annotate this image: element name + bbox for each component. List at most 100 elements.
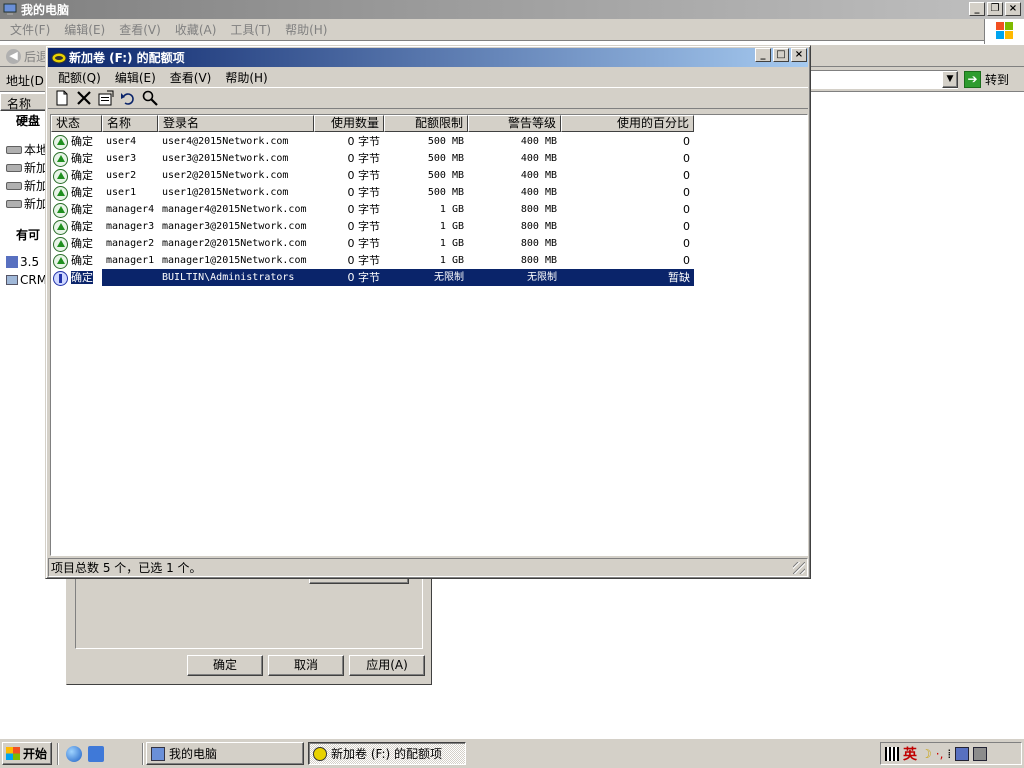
cell-name: manager3 bbox=[106, 221, 155, 232]
internet-explorer-icon[interactable] bbox=[66, 746, 82, 762]
start-button[interactable]: 开始 bbox=[2, 742, 52, 765]
menu-quota[interactable]: 配额(Q) bbox=[52, 69, 109, 86]
quota-menubar: 配额(Q) 编辑(E) 查看(V) 帮助(H) bbox=[48, 67, 808, 87]
punctuation-icon[interactable]: ·, bbox=[936, 747, 944, 761]
table-row[interactable]: 确定 user1 user1@2015Network.com 0 字节 500 MB 40… bbox=[51, 184, 694, 201]
col-warning[interactable]: 警告等级 bbox=[468, 115, 561, 132]
explorer-titlebar[interactable]: 我的电脑 _ ❐ × bbox=[0, 0, 1024, 19]
cell-used: 0 字节 bbox=[347, 203, 381, 216]
cell-pct: 暂缺 bbox=[561, 269, 694, 286]
drive-icon bbox=[6, 163, 22, 172]
table-row[interactable]: 确定 user3 user3@2015Network.com 0 字节 500 MB 40… bbox=[51, 150, 694, 167]
ime-more-icon[interactable]: ⁞ bbox=[947, 747, 951, 761]
system-tray: 英 ☽ ·, ⁞ bbox=[880, 742, 1022, 765]
ime-grid-icon[interactable] bbox=[885, 746, 899, 761]
close-button[interactable]: × bbox=[1005, 2, 1021, 16]
ok-status-icon bbox=[53, 151, 68, 167]
go-arrow-icon: ➔ bbox=[964, 71, 981, 88]
quota-toolbar bbox=[48, 87, 808, 109]
network-icon[interactable] bbox=[955, 746, 970, 761]
menu-help[interactable]: 帮助(H) bbox=[219, 69, 275, 86]
col-name[interactable]: 名称 bbox=[102, 115, 158, 132]
cell-used: 0 字节 bbox=[314, 269, 384, 286]
ime-language-indicator[interactable]: 英 bbox=[903, 744, 917, 764]
cell-login: user4@2015Network.com bbox=[162, 136, 289, 147]
menu-edit[interactable]: 编辑(E) bbox=[109, 69, 164, 86]
list-item[interactable]: CRM bbox=[6, 273, 47, 287]
explorer-quicklaunch-icon[interactable] bbox=[88, 746, 104, 762]
menu-tools[interactable]: 工具(T) bbox=[224, 21, 279, 38]
cell-limit: 500 MB bbox=[427, 153, 464, 164]
cell-warn: 800 MB bbox=[520, 221, 557, 232]
ok-button[interactable]: 确定 bbox=[187, 655, 263, 676]
cell-login: manager4@2015Network.com bbox=[162, 204, 307, 215]
apply-button[interactable]: 应用(A) bbox=[349, 655, 425, 676]
restore-button[interactable]: ❐ bbox=[987, 2, 1003, 16]
cell-pct: 0 bbox=[683, 203, 690, 216]
new-entry-icon[interactable] bbox=[54, 90, 70, 106]
col-used[interactable]: 使用数量 bbox=[314, 115, 384, 132]
delete-icon[interactable] bbox=[76, 90, 92, 106]
menu-edit[interactable]: 编辑(E) bbox=[58, 21, 113, 38]
quota-status-bar: 项目总数 5 个，已选 1 个。 bbox=[48, 558, 808, 577]
col-limit[interactable]: 配额限制 bbox=[384, 115, 468, 132]
list-item[interactable]: 新加 bbox=[6, 177, 48, 194]
list-item[interactable]: 本地 bbox=[6, 141, 48, 158]
table-row[interactable]: 确定 BUILTIN\Administrators 0 字节 无限制 无限制 暂缺 bbox=[51, 269, 694, 286]
menu-help[interactable]: 帮助(H) bbox=[279, 21, 335, 38]
table-row[interactable]: 确定 user4 user4@2015Network.com 0 字节 500 MB 40… bbox=[51, 133, 694, 150]
cell-limit: 1 GB bbox=[439, 238, 464, 249]
goto-button[interactable]: ➔ 转到 bbox=[964, 70, 1009, 89]
cell-warn: 400 MB bbox=[520, 153, 557, 164]
quota-minimize-button[interactable]: _ bbox=[755, 48, 771, 62]
cell-status: 确定 bbox=[51, 184, 102, 201]
windows-logo-icon bbox=[984, 19, 1024, 44]
quota-titlebar[interactable]: 新加卷 (F:) 的配额项 _ □ × bbox=[48, 48, 808, 67]
table-row[interactable]: 确定 manager4 manager4@2015Network.com 0 字节 1 … bbox=[51, 201, 694, 218]
computer-tray-icon[interactable] bbox=[973, 746, 988, 761]
moon-icon[interactable]: ☽ bbox=[921, 747, 932, 761]
resize-grip[interactable] bbox=[793, 562, 805, 574]
menu-file[interactable]: 文件(F) bbox=[4, 21, 58, 38]
cancel-button[interactable]: 取消 bbox=[268, 655, 344, 676]
cell-used: 0 字节 bbox=[347, 152, 381, 165]
menu-favorites[interactable]: 收藏(A) bbox=[169, 21, 225, 38]
properties-icon[interactable] bbox=[98, 90, 114, 106]
explorer-column-name[interactable]: 名称 bbox=[0, 93, 48, 111]
undo-icon[interactable] bbox=[120, 90, 136, 106]
quota-close-button[interactable]: × bbox=[791, 48, 807, 62]
table-row[interactable]: 确定 manager2 manager2@2015Network.com 0 字节 1 … bbox=[51, 235, 694, 252]
cell-status: 确定 bbox=[51, 269, 102, 286]
col-status[interactable]: 状态 bbox=[51, 115, 102, 132]
col-login[interactable]: 登录名 bbox=[158, 115, 314, 132]
table-row[interactable]: 确定 user2 user2@2015Network.com 0 字节 500 MB 40… bbox=[51, 167, 694, 184]
ok-status-icon bbox=[53, 253, 68, 269]
cell-status: 确定 bbox=[51, 235, 102, 252]
list-item[interactable]: 3.5 bbox=[6, 255, 39, 269]
menu-view[interactable]: 查看(V) bbox=[113, 21, 169, 38]
cell-login: user3@2015Network.com bbox=[162, 153, 289, 164]
cell-pct: 0 bbox=[683, 186, 690, 199]
status-label: 确定 bbox=[71, 186, 93, 199]
menu-view[interactable]: 查看(V) bbox=[164, 69, 220, 86]
address-dropdown-button[interactable]: ▼ bbox=[942, 71, 958, 88]
cell-pct: 0 bbox=[683, 237, 690, 250]
address-label: 地址(D) bbox=[6, 74, 49, 88]
cell-limit: 1 GB bbox=[439, 221, 464, 232]
table-row[interactable]: 确定 manager3 manager3@2015Network.com 0 字节 1 … bbox=[51, 218, 694, 235]
list-item[interactable]: 新加 bbox=[6, 195, 48, 212]
col-percent[interactable]: 使用的百分比 bbox=[561, 115, 694, 132]
table-row[interactable]: 确定 manager1 manager1@2015Network.com 0 字节 1 … bbox=[51, 252, 694, 269]
address-input[interactable] bbox=[800, 70, 958, 89]
taskbar-button-quota[interactable]: 新加卷 (F:) 的配额项 bbox=[308, 742, 466, 765]
quota-list-view[interactable]: 状态 名称 登录名 使用数量 配额限制 警告等级 使用的百分比 确定 user4 u… bbox=[50, 114, 808, 556]
minimize-button[interactable]: _ bbox=[969, 2, 985, 16]
taskbar-button-my-computer[interactable]: 我的电脑 bbox=[146, 742, 304, 765]
list-item[interactable]: 新加 bbox=[6, 159, 48, 176]
quota-maximize-button[interactable]: □ bbox=[773, 48, 789, 62]
back-arrow-icon[interactable]: ◀ bbox=[6, 49, 21, 64]
find-icon[interactable] bbox=[142, 90, 158, 106]
cell-limit: 500 MB bbox=[427, 170, 464, 181]
cell-used: 0 字节 bbox=[347, 254, 381, 267]
cell-warn: 800 MB bbox=[520, 255, 557, 266]
